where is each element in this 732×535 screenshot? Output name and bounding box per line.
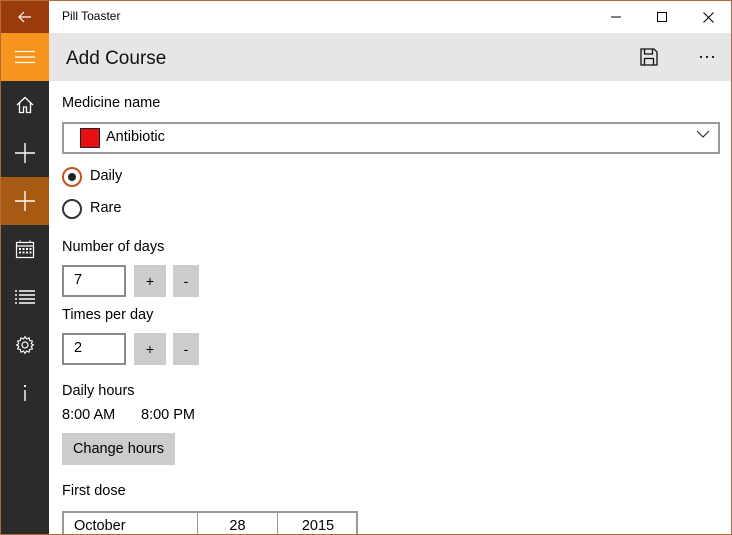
first-dose-date-picker[interactable]: October 28 2015 — [62, 511, 358, 534]
sidebar-item-calendar[interactable] — [1, 225, 49, 273]
days-decrement-button[interactable]: - — [173, 265, 199, 297]
times-per-day-label: Times per day — [62, 307, 154, 323]
change-hours-button[interactable]: Change hours — [62, 433, 175, 465]
info-icon — [24, 385, 26, 401]
hamburger-menu-button[interactable] — [1, 33, 49, 81]
calendar-icon — [15, 240, 35, 259]
radio-rare[interactable]: Rare — [62, 199, 182, 223]
radio-daily-dot — [68, 173, 76, 181]
save-button[interactable] — [625, 33, 673, 81]
radio-rare-indicator — [62, 199, 82, 219]
number-of-days-label: Number of days — [62, 239, 165, 255]
plus-icon — [15, 191, 35, 211]
page-title: Add Course — [66, 48, 167, 69]
date-day[interactable]: 28 — [198, 513, 278, 534]
sidebar-item-settings[interactable] — [1, 321, 49, 369]
maximize-icon — [657, 12, 667, 22]
medicine-name-value: Antibiotic — [106, 129, 165, 145]
close-icon — [702, 11, 714, 23]
radio-daily-label: Daily — [90, 168, 123, 184]
back-button[interactable] — [1, 1, 49, 33]
days-increment-button[interactable]: + — [134, 265, 166, 297]
chevron-down-icon — [696, 130, 710, 138]
sidebar-item-home[interactable] — [1, 81, 49, 129]
page-header: Add Course — [49, 33, 731, 81]
sidebar — [1, 33, 49, 534]
minimize-button[interactable] — [593, 1, 639, 33]
times-per-day-input[interactable]: 2 — [62, 333, 126, 365]
maximize-button[interactable] — [639, 1, 685, 33]
minimize-icon — [611, 16, 621, 18]
more-icon — [699, 55, 715, 59]
daily-hour-2: 8:00 PM — [141, 407, 195, 423]
back-arrow-icon — [18, 11, 31, 23]
sidebar-item-add[interactable] — [1, 129, 49, 177]
daily-hour-1: 8:00 AM — [62, 407, 116, 423]
home-icon — [16, 96, 34, 114]
radio-daily-indicator — [62, 167, 82, 187]
more-button[interactable] — [683, 33, 731, 81]
save-icon — [640, 48, 658, 66]
title-bar: Pill Toaster — [1, 1, 731, 33]
times-increment-button[interactable]: + — [134, 333, 166, 365]
radio-rare-label: Rare — [90, 200, 122, 216]
daily-hours-label: Daily hours — [62, 383, 135, 399]
medicine-color-swatch — [80, 128, 100, 148]
radio-daily[interactable]: Daily — [62, 167, 182, 191]
times-decrement-button[interactable]: - — [173, 333, 199, 365]
list-icon — [15, 290, 35, 304]
date-year[interactable]: 2015 — [278, 513, 358, 534]
gear-icon — [15, 335, 35, 355]
medicine-name-label: Medicine name — [62, 95, 161, 111]
sidebar-item-add-course[interactable] — [1, 177, 49, 225]
sidebar-item-list[interactable] — [1, 273, 49, 321]
date-month[interactable]: October — [64, 513, 198, 534]
add-course-form: Medicine name Antibiotic Daily Rare Numb… — [62, 81, 722, 534]
sidebar-item-info[interactable] — [1, 369, 49, 417]
app-title: Pill Toaster — [62, 9, 121, 23]
number-of-days-input[interactable]: 7 — [62, 265, 126, 297]
plus-icon — [15, 143, 35, 163]
medicine-name-select[interactable]: Antibiotic — [62, 122, 720, 154]
app-window: Pill Toaster Add Course Medicine name An… — [0, 0, 732, 535]
hamburger-menu-icon — [15, 50, 35, 64]
close-button[interactable] — [685, 1, 731, 33]
first-dose-label: First dose — [62, 483, 126, 499]
